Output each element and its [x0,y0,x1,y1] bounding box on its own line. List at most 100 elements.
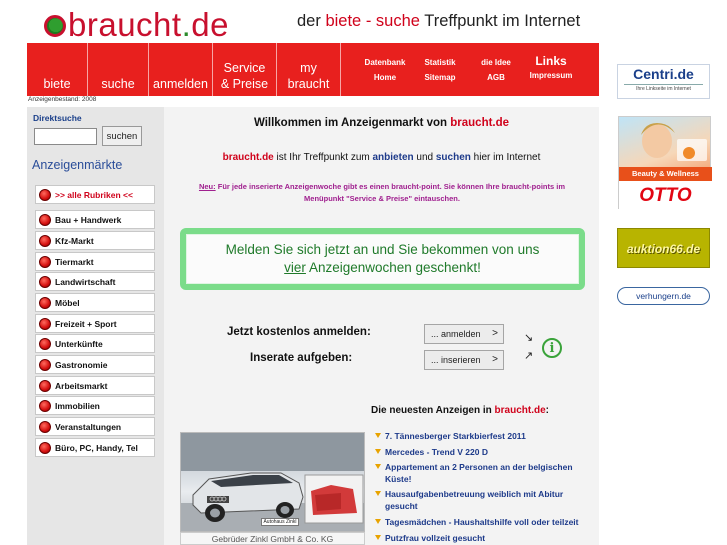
category-landwirtschaft[interactable]: Landwirtschaft [35,272,155,291]
otto-ad-photo [641,123,707,161]
nav-sitemap[interactable]: Sitemap [413,70,467,85]
triangle-bullet-icon [375,464,381,469]
nav-home[interactable]: Home [357,70,413,85]
chevron-right-icon: > [492,328,498,339]
markets-title: Anzeigenmärkte [32,158,123,172]
category-immobilien[interactable]: Immobilien [35,396,155,415]
latest-colon: : [545,405,550,416]
search-button[interactable]: suchen [102,126,142,146]
category-veranstaltungen[interactable]: Veranstaltungen [35,417,155,436]
logo-tld: de [191,6,229,43]
promo-vier[interactable]: vier [284,260,306,275]
nav-biete[interactable]: biete [27,43,88,96]
tagline-post: Treffpunkt im Internet [424,12,581,30]
latest-ad-item[interactable]: Appartement an 2 Personen an der belgisc… [375,461,597,485]
news-text: Für jede inserierte Anzeigenwoche gibt e… [217,182,566,203]
auktion66-ad[interactable]: auktion66.de [617,228,710,268]
latest-ad-item[interactable]: Hausaufgabenbetreuung weiblich mit Abitu… [375,488,597,512]
direct-search-label: Direktsuche [33,113,82,123]
nav-datenbank[interactable]: Datenbank [357,55,413,70]
tagline-suche: suche [375,12,420,30]
category-label: Arbeitsmarkt [55,380,108,391]
centri-ad[interactable]: Centri.de Ihre Linkseite im Internet [617,64,710,99]
info-icon[interactable]: i [542,338,562,358]
category-buero-pc[interactable]: Büro, PC, Handy, Tel [35,438,155,457]
bullet-icon [39,337,51,350]
nav-impressum[interactable]: Impressum [525,69,577,83]
bullet-icon [39,255,51,268]
promo-text-1: Melden Sie sich jetzt an und Sie bekomme… [225,242,540,257]
intro-anbieten: anbieten [372,152,414,163]
chevron-right-icon: > [492,354,498,365]
category-kfz[interactable]: Kfz-Markt [35,231,155,250]
category-freizeit-sport[interactable]: Freizeit + Sport [35,314,155,333]
nav-idee[interactable]: die Idee [467,55,525,70]
category-unterkuenfte[interactable]: Unterkünfte [35,334,155,353]
latest-ads-title: Die neuesten Anzeigen in braucht.de: [371,405,549,416]
search-input[interactable] [34,128,97,145]
intro-site: braucht.de [222,152,274,163]
car-plate: Autohaus Zinkl [261,518,299,526]
nav-my-line1: my [300,61,317,75]
latest-ad-item[interactable]: Mercedes - Trend V 220 D [375,446,597,458]
nav-suche[interactable]: suche [88,43,149,96]
welcome-site: braucht.de [450,117,510,129]
category-bau-handwerk[interactable]: Bau + Handwerk [35,210,155,229]
arrow-up-right-icon: ↗ [524,350,534,362]
nav-my-line2: braucht [287,77,330,91]
category-moebel[interactable]: Möbel [35,293,155,312]
nav-agb[interactable]: AGB [467,70,525,85]
nav-anmelden[interactable]: anmelden [149,43,213,96]
category-label: Bau + Handwerk [55,214,122,225]
category-label: Immobilien [55,400,100,411]
nav-anmelden-label: anmelden [153,77,208,91]
featured-car-image[interactable]: Autohaus Zinkl [180,432,365,532]
otto-logo: OTTO [619,181,712,210]
post-ad-button[interactable]: ... inserieren > [424,350,504,370]
nav-biete-label: biete [43,77,71,91]
promo-text-2: Anzeigenwochen geschenkt! [308,260,481,275]
main-navigation: biete suche anmelden Service & Preise my b… [27,43,599,96]
latest-ad-item[interactable]: Putzfrau vollzeit gesucht [375,532,597,544]
bullet-icon [39,379,51,392]
latest-site: braucht.de [494,405,546,416]
nav-statistik[interactable]: Statistik [413,55,467,70]
verhungern-ad[interactable]: verhungern.de [617,287,710,305]
latest-pre: Die neuesten Anzeigen in [371,405,492,416]
category-gastronomie[interactable]: Gastronomie [35,355,155,374]
bullet-icon [39,275,51,288]
latest-ad-title: Mercedes - Trend V 220 D [385,447,488,457]
news-notice: Neu: Für jede inserierte Anzeigenwoche g… [192,181,572,205]
tagline-biete: biete [325,12,362,30]
category-label: Möbel [55,297,80,308]
triangle-bullet-icon [375,433,381,438]
nav-links[interactable]: Links [525,53,577,69]
nav-service-preise[interactable]: Service & Preise [213,43,277,96]
category-label: Freizeit + Sport [55,318,117,329]
otto-ad[interactable]: Beauty & Wellness OTTO [618,116,712,210]
site-logo[interactable]: braucht.de [44,6,229,44]
bullet-icon [39,188,51,201]
car-caption[interactable]: Gebrüder Zinkl GmbH & Co. KG [180,532,365,545]
nav-my-braucht[interactable]: my braucht [277,43,341,96]
bullet-icon [39,399,51,412]
intro-und: und [416,152,434,163]
intro-part2: hier im Internet [473,152,541,163]
intro-suchen: suchen [435,152,471,163]
triangle-bullet-icon [375,491,381,496]
promo-banner[interactable]: Melden Sie sich jetzt an und Sie bekomme… [180,228,585,290]
nav-suche-label: suche [101,77,135,91]
register-button[interactable]: ... anmelden > [424,324,504,344]
news-label[interactable]: Neu: [199,182,216,191]
bullet-icon [39,420,51,433]
category-label: Unterkünfte [55,338,103,349]
bullet-icon [39,296,51,309]
category-tiermarkt[interactable]: Tiermarkt [35,252,155,271]
register-button-label: ... anmelden [431,329,481,339]
category-arbeitsmarkt[interactable]: Arbeitsmarkt [35,376,155,395]
category-all[interactable]: >> alle Rubriken << [35,185,155,204]
latest-ad-item[interactable]: Tagesmädchen - Haushaltshilfe voll oder … [375,516,597,528]
latest-ad-item[interactable]: 7. Tännesberger Starkbierfest 2011 [375,430,597,442]
centri-subtitle: Ihre Linkseite im Internet [624,84,703,92]
category-label: Büro, PC, Handy, Tel [55,442,138,453]
